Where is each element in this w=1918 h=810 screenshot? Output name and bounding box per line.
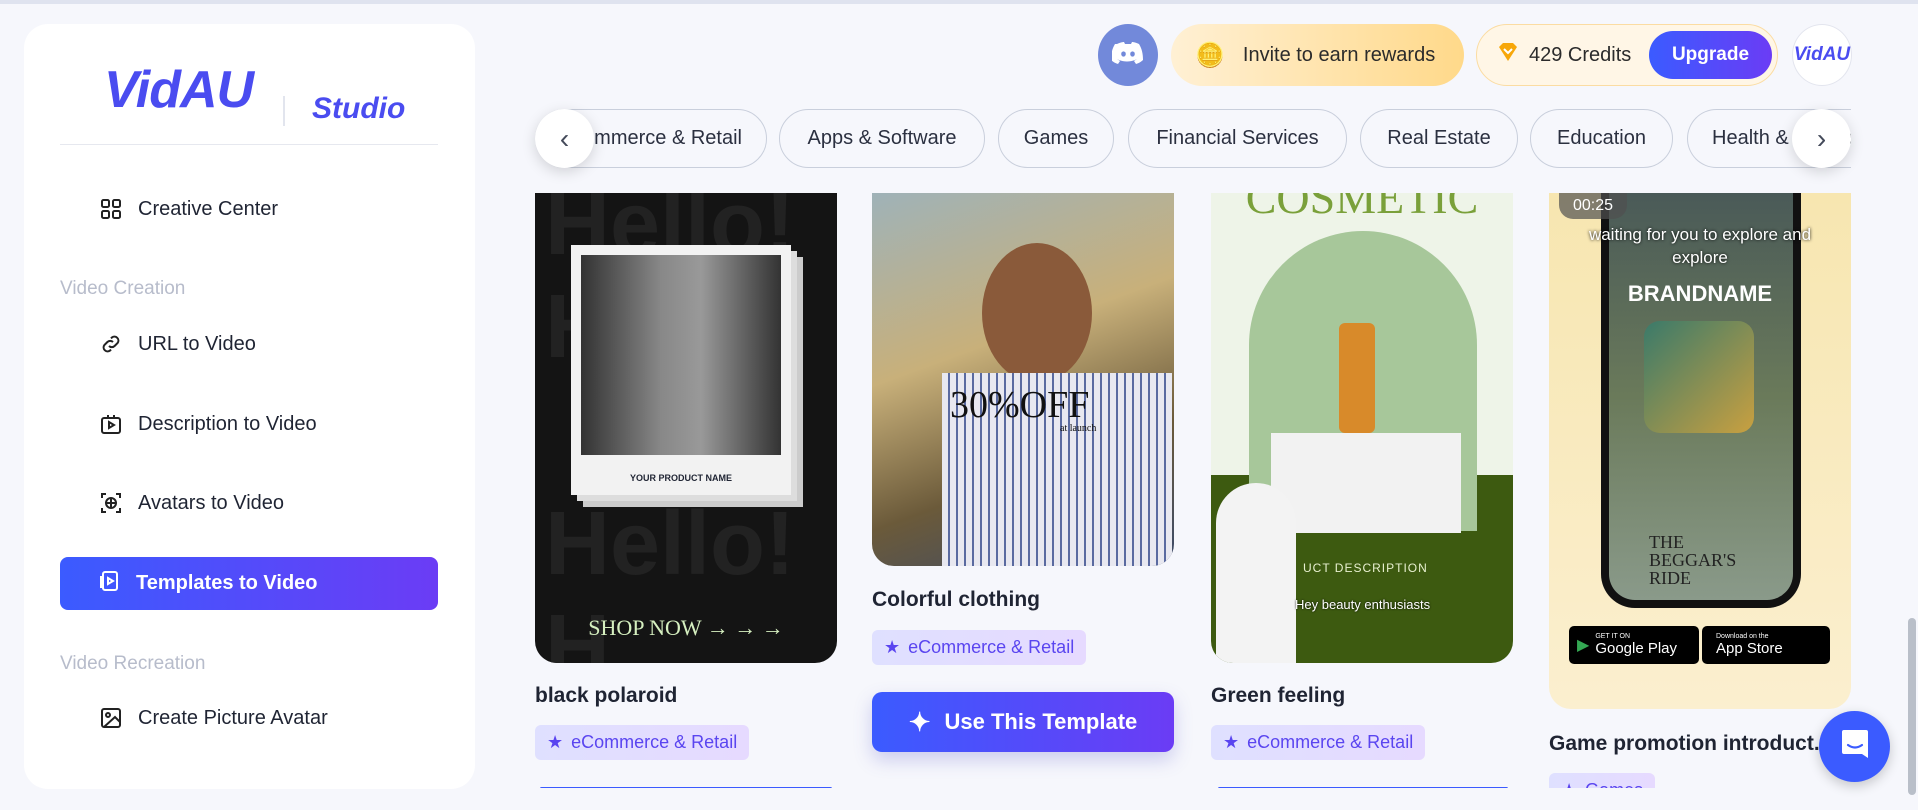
shop-now-text: SHOP NOW → → → — [588, 615, 784, 640]
use-this-template-button[interactable]: ✦ Use This Template — [872, 692, 1174, 752]
sidebar-item-avatars-to-video[interactable]: Avatars to Video — [98, 490, 284, 516]
star-icon: ★ — [1223, 732, 1240, 752]
section-video-recreation: Video Recreation — [60, 653, 206, 674]
coins-icon: 🪙 — [1195, 41, 1225, 69]
avatar-scan-icon — [98, 490, 124, 516]
template-thumbnail[interactable]: 00:25 waiting for you to explore and exp… — [1549, 193, 1851, 709]
logo: VidAU — [104, 61, 254, 119]
link-icon — [98, 331, 124, 357]
tag-label: eCommerce & Retail — [1247, 732, 1414, 752]
grid-icon — [98, 196, 124, 222]
chat-icon — [1840, 728, 1870, 765]
caption-text: Hey beauty enthusiasts — [1295, 597, 1431, 612]
badge-label: Google Play — [1595, 640, 1678, 657]
scroll-right-button[interactable]: › — [1792, 109, 1851, 168]
badge-small: Download on the — [1716, 633, 1769, 640]
chevron-right-icon: › — [1816, 122, 1827, 154]
section-video-creation: Video Creation — [60, 278, 186, 299]
sidebar: VidAU Studio Creative Center Video Creat… — [24, 24, 475, 789]
tag-label: eCommerce & Retail — [571, 732, 738, 752]
sidebar-item-label: Avatars to Video — [138, 491, 285, 514]
sidebar-item-label: Creative Center — [138, 197, 279, 220]
brand-text: BRANDNAME — [1627, 281, 1773, 306]
card-title[interactable]: Green feeling — [1211, 684, 1345, 708]
sidebar-item-label: Create Picture Avatar — [138, 706, 328, 729]
badge-small: GET IT ON — [1595, 633, 1631, 640]
tag-label: eCommerce & Retail — [908, 637, 1075, 657]
template-thumbnail[interactable]: COSMETIC UCT DESCRIPTION Hey beauty enth… — [1211, 193, 1513, 663]
category-apps[interactable]: Apps & Software — [779, 109, 985, 168]
category-tag: ★ eCommerce & Retail — [872, 630, 1087, 665]
chevron-left-icon: ‹ — [559, 122, 570, 154]
invite-label: Invite to earn rewards — [1242, 43, 1436, 66]
category-education[interactable]: Education — [1530, 109, 1673, 168]
template-thumbnail[interactable]: 30%OFF at launch — [872, 193, 1174, 566]
logo-studio: Studio — [312, 92, 406, 125]
upgrade-button[interactable]: Upgrade — [1649, 31, 1772, 79]
top-border — [0, 0, 1918, 4]
category-real-estate[interactable]: Real Estate — [1360, 109, 1518, 168]
discount-sub: at launch — [1060, 423, 1097, 434]
star-icon: ★ — [547, 732, 564, 752]
google-play-badge: ▶ GET IT ON Google Play — [1569, 626, 1699, 664]
card-title[interactable]: black polaroid — [535, 684, 677, 708]
scrollbar-thumb[interactable] — [1908, 618, 1916, 795]
sidebar-item-label: Description to Video — [138, 412, 317, 435]
app-store-badge: Download on the App Store — [1702, 626, 1830, 664]
discord-icon — [1111, 41, 1144, 70]
sidebar-item-description-to-video[interactable]: Description to Video — [98, 411, 317, 437]
sidebar-item-label: Templates to Video — [136, 572, 318, 594]
divider — [60, 144, 438, 145]
category-tag: ★ eCommerce & Retail — [535, 725, 750, 760]
cosmetic-text: COSMETIC — [1245, 193, 1479, 223]
sidebar-item-label: URL to Video — [138, 332, 256, 355]
product-name-text: YOUR PRODUCT NAME — [629, 473, 732, 483]
game-title: THE BEGGAR'S RIDE — [1649, 532, 1737, 588]
card-title[interactable]: Game promotion introduct... — [1549, 732, 1831, 756]
logo-divider — [283, 96, 285, 126]
scroll-clip — [500, 788, 1918, 810]
card-title[interactable]: Colorful clothing — [872, 588, 1040, 612]
discount-text: 30%OFF — [950, 384, 1090, 426]
play-store-icon: ▶ — [1577, 637, 1590, 654]
invite-button[interactable]: 🪙 Invite to earn rewards — [1171, 24, 1464, 86]
category-tag: ★ eCommerce & Retail — [1211, 725, 1426, 760]
category-games[interactable]: Games — [998, 109, 1114, 168]
sidebar-item-creative-center[interactable]: Creative Center — [98, 196, 278, 222]
video-doc-icon — [98, 411, 124, 437]
credits-count: 429 Credits — [1529, 43, 1632, 66]
template-thumbnail[interactable]: Hello! H Hello! H YOUR PRODUCT NAME SHOP… — [535, 193, 837, 663]
user-avatar[interactable]: VidAU — [1792, 24, 1852, 86]
video-duration: 00:25 — [1559, 193, 1628, 219]
description-text: UCT DESCRIPTION — [1303, 561, 1428, 575]
image-icon — [98, 705, 124, 731]
sparkle-icon: ✦ — [908, 706, 931, 737]
badge-label: App Store — [1716, 640, 1783, 657]
template-icon — [98, 569, 122, 599]
chat-support-button[interactable] — [1819, 711, 1890, 782]
discord-button[interactable] — [1098, 24, 1158, 86]
scroll-left-button[interactable]: ‹ — [535, 109, 594, 168]
sidebar-item-url-to-video[interactable]: URL to Video — [98, 331, 256, 357]
button-label: Use This Template — [944, 709, 1138, 734]
sidebar-item-templates-to-video[interactable]: Templates to Video — [60, 557, 438, 610]
diamond-icon — [1497, 41, 1519, 69]
category-financial[interactable]: Financial Services — [1128, 109, 1347, 168]
star-icon: ★ — [884, 637, 901, 657]
sidebar-item-create-picture-avatar[interactable]: Create Picture Avatar — [98, 705, 328, 731]
caption-text: waiting for you to explore and explore — [1588, 225, 1812, 267]
